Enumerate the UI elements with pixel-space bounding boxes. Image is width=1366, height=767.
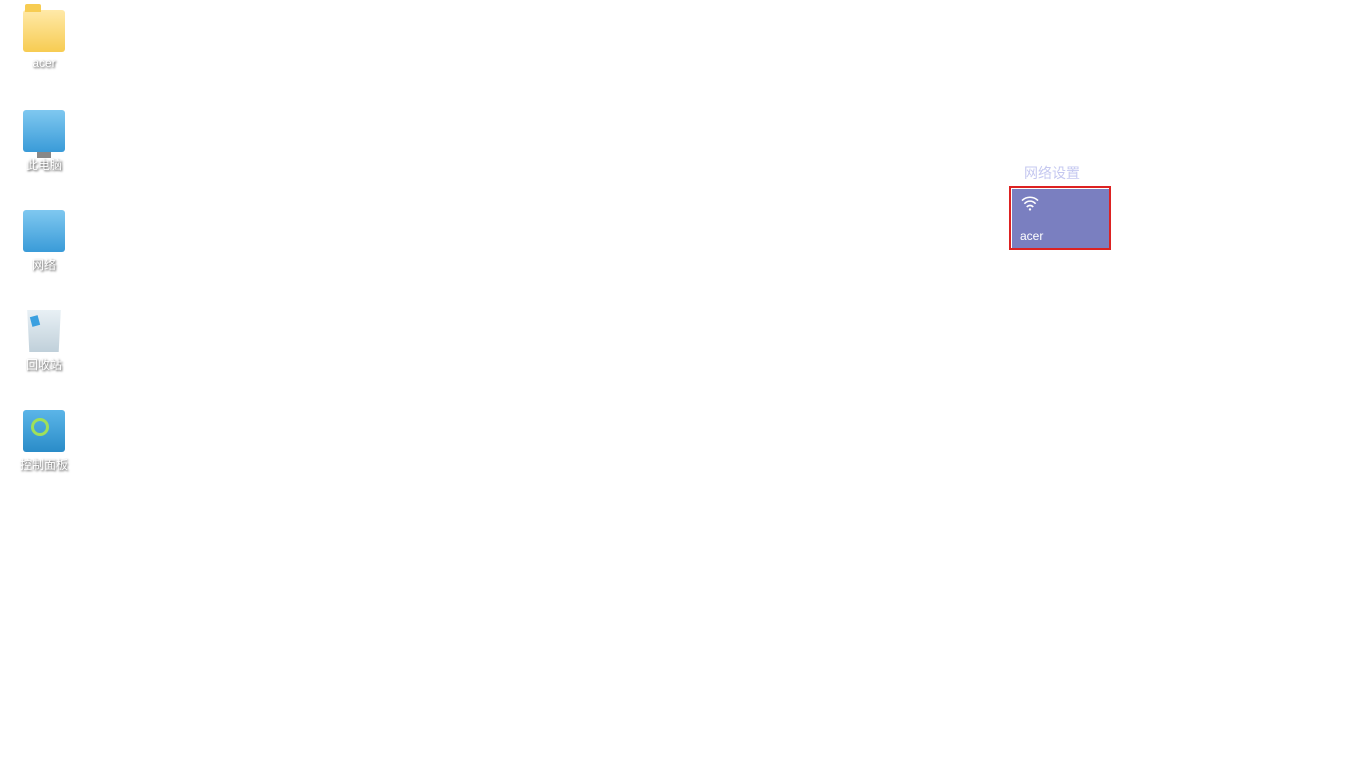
folder-icon bbox=[23, 10, 65, 52]
airplane-icon: ✈ bbox=[1124, 195, 1206, 216]
icon-label: 回收站 bbox=[26, 356, 62, 373]
airplane-tile-label: 飞行模式 bbox=[1124, 226, 1206, 243]
network-quick-tiles: acer ✈ 飞行模式 bbox=[1006, 189, 1366, 255]
desktop-icon-control-panel[interactable]: 控制面板 bbox=[8, 406, 80, 494]
wifi-tile-label: acer bbox=[1020, 229, 1102, 243]
wifi-icon bbox=[1020, 195, 1102, 216]
wifi-tile[interactable]: acer bbox=[1012, 189, 1110, 249]
desktop-icon-user-folder[interactable]: acer bbox=[8, 6, 80, 94]
network-settings-label[interactable]: 网络设置 bbox=[1006, 155, 1366, 189]
control-panel-icon bbox=[23, 410, 65, 452]
desktop-icon-network[interactable]: 网络 bbox=[8, 206, 80, 294]
icon-label: 控制面板 bbox=[20, 456, 68, 473]
desktop-icon-this-pc[interactable]: 此电脑 bbox=[8, 106, 80, 194]
network-icon bbox=[23, 210, 65, 252]
icon-label: acer bbox=[32, 56, 55, 70]
desktop-icons: acer 此电脑 网络 回收站 控制面板 bbox=[8, 6, 80, 506]
airplane-mode-tile[interactable]: ✈ 飞行模式 bbox=[1116, 189, 1214, 249]
pc-icon bbox=[23, 110, 65, 152]
icon-label: 此电脑 bbox=[26, 156, 62, 173]
recycle-bin-icon bbox=[23, 310, 65, 352]
wallpaper-brand: a bbox=[941, 180, 996, 307]
desktop-icon-recycle-bin[interactable]: 回收站 bbox=[8, 306, 80, 394]
icon-label: 网络 bbox=[32, 256, 56, 273]
